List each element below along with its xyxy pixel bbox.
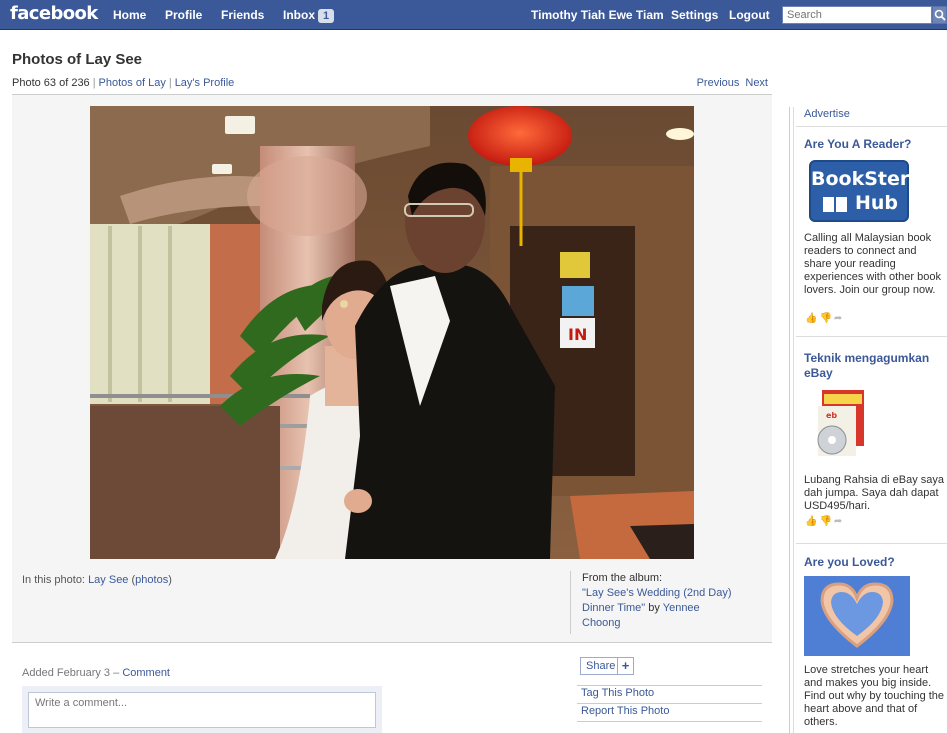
svg-text:eb: eb bbox=[826, 411, 837, 420]
advertise-link[interactable]: Advertise bbox=[804, 108, 850, 120]
ad-vote-icons[interactable]: 👍👎➦ bbox=[805, 516, 844, 527]
divider bbox=[577, 703, 762, 704]
page-title: Photos of Lay See bbox=[12, 51, 143, 68]
divider bbox=[577, 721, 762, 722]
tagged-person-link[interactable]: Lay See bbox=[88, 574, 128, 586]
search-icon bbox=[934, 9, 946, 21]
ad-title-reader[interactable]: Are You A Reader? bbox=[804, 137, 944, 152]
divider bbox=[796, 543, 947, 544]
share-button[interactable]: Share + bbox=[580, 657, 634, 675]
nav-friends-link[interactable]: Friends bbox=[221, 8, 264, 22]
nav-profile-link[interactable]: Profile bbox=[165, 8, 202, 22]
search-input[interactable] bbox=[782, 6, 932, 24]
book-icon bbox=[823, 197, 847, 212]
album-owner-link-cont[interactable]: Choong bbox=[582, 617, 621, 629]
in-photo-label: In this photo: bbox=[22, 574, 85, 586]
album-by-label: by bbox=[648, 602, 660, 614]
ad-body-loved: Love stretches your heart and makes you … bbox=[804, 664, 945, 728]
album-title-link[interactable]: "Lay See's Wedding (2nd Day) bbox=[582, 587, 732, 599]
divider bbox=[796, 336, 947, 337]
ad-body-ebay: Lubang Rahsia di eBay saya dah jumpa. Sa… bbox=[804, 474, 945, 512]
top-navigation-bar: facebook Home Profile Friends Inbox 1 Tim… bbox=[0, 0, 947, 30]
tagged-person-photos-link[interactable]: photos bbox=[135, 574, 168, 586]
divider bbox=[577, 685, 762, 686]
divider bbox=[796, 126, 947, 127]
report-photo-link[interactable]: Report This Photo bbox=[581, 705, 669, 717]
dash: – bbox=[113, 667, 120, 679]
column-divider bbox=[789, 107, 790, 733]
bookster-logo-text: BookSter bbox=[811, 168, 910, 190]
photo-pager: Previous Next bbox=[691, 77, 768, 89]
facebook-logo[interactable]: facebook bbox=[10, 3, 98, 24]
bookster-hub-ad-image[interactable]: BookSter Hub bbox=[809, 160, 909, 222]
ebay-ebook-ad-image[interactable]: eb bbox=[808, 388, 868, 466]
inbox-label: Inbox bbox=[283, 8, 315, 22]
added-date: Added February 3 bbox=[22, 667, 111, 679]
ebook-cover-icon: eb bbox=[817, 390, 864, 456]
profile-link[interactable]: Lay's Profile bbox=[175, 77, 235, 89]
logout-link[interactable]: Logout bbox=[729, 8, 770, 22]
search-button[interactable] bbox=[932, 6, 947, 24]
ad-title-ebay[interactable]: Teknik mengagumkan eBay bbox=[804, 351, 944, 381]
inbox-count-badge: 1 bbox=[318, 9, 335, 23]
in-this-photo: In this photo: Lay See (photos) bbox=[22, 574, 172, 586]
share-plus-icon[interactable]: + bbox=[617, 658, 633, 674]
album-info: From the album: "Lay See's Wedding (2nd … bbox=[570, 571, 760, 634]
album-title-link-cont[interactable]: Dinner Time" bbox=[582, 602, 645, 614]
comment-composer: Write a comment... bbox=[22, 686, 382, 733]
nav-inbox-link[interactable]: Inbox 1 bbox=[283, 8, 335, 23]
comment-link[interactable]: Comment bbox=[122, 667, 170, 679]
hub-logo-text: Hub bbox=[855, 192, 899, 214]
comment-input[interactable]: Write a comment... bbox=[28, 692, 376, 728]
svg-text:IN: IN bbox=[568, 325, 587, 344]
next-photo-link[interactable]: Next bbox=[745, 77, 768, 89]
settings-link[interactable]: Settings bbox=[671, 8, 718, 22]
added-date-line: Added February 3 – Comment bbox=[22, 667, 170, 679]
album-label: From the album: bbox=[582, 572, 663, 584]
album-owner-link[interactable]: Yennee bbox=[663, 602, 700, 614]
share-label: Share bbox=[586, 660, 616, 672]
heart-hands-icon bbox=[804, 576, 910, 656]
ad-title-loved[interactable]: Are you Loved? bbox=[804, 555, 944, 570]
photo-counter: Photo 63 of 236 bbox=[12, 77, 90, 89]
previous-photo-link[interactable]: Previous bbox=[697, 77, 740, 89]
ad-vote-icons[interactable]: 👍👎➦ bbox=[805, 313, 844, 324]
nav-home-link[interactable]: Home bbox=[113, 8, 146, 22]
photos-of-link[interactable]: Photos of Lay bbox=[99, 77, 166, 89]
photo-breadcrumb: Photo 63 of 236 | Photos of Lay | Lay's Prof… bbox=[12, 77, 235, 89]
heart-hands-ad-image[interactable] bbox=[804, 576, 910, 656]
user-name-link[interactable]: Timothy Tiah Ewe Tiam bbox=[531, 8, 664, 22]
photo-image: IN bbox=[90, 106, 694, 559]
ad-body-reader: Calling all Malaysian book readers to co… bbox=[804, 232, 941, 296]
tag-photo-link[interactable]: Tag This Photo bbox=[581, 687, 654, 699]
wedding-photo[interactable]: IN bbox=[90, 106, 694, 559]
